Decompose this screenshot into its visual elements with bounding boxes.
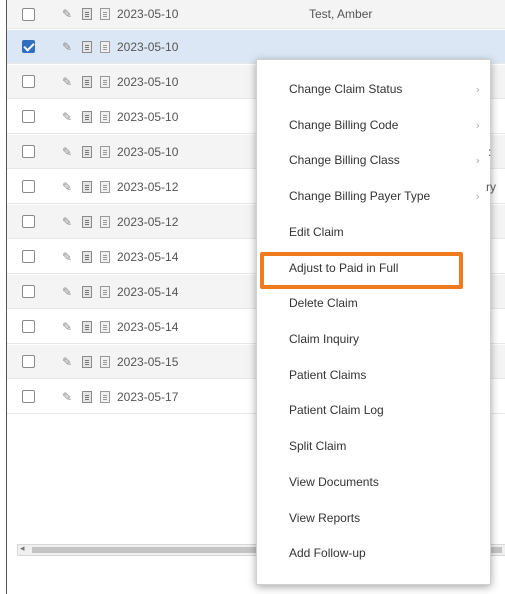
menu-item-add-follow-up[interactable]: Add Follow-up — [257, 541, 492, 565]
scroll-left-icon[interactable]: ◂ — [20, 544, 25, 554]
chevron-right-icon: › — [475, 82, 480, 96]
pencil-icon[interactable]: ✎ — [62, 321, 72, 333]
menu-item-change-billing-payer-type[interactable]: Change Billing Payer Type › — [257, 184, 492, 208]
note-document-icon[interactable] — [100, 320, 110, 333]
claim-date: 2023-05-10 — [117, 109, 179, 124]
menu-item-label: Patient Claims — [289, 368, 367, 382]
menu-item-claim-inquiry[interactable]: Claim Inquiry — [257, 327, 492, 351]
claim-document-icon[interactable] — [82, 355, 92, 368]
note-document-icon[interactable] — [100, 215, 110, 228]
note-document-icon[interactable] — [100, 390, 110, 403]
menu-item-change-billing-code[interactable]: Change Billing Code › — [257, 113, 492, 137]
menu-item-label: Change Billing Class — [289, 153, 400, 167]
claim-document-icon[interactable] — [82, 390, 92, 403]
note-document-icon[interactable] — [100, 110, 110, 123]
pencil-icon[interactable]: ✎ — [62, 146, 72, 158]
claim-document-icon[interactable] — [82, 250, 92, 263]
adjust-to-paid-highlight-box — [260, 252, 463, 289]
pencil-icon[interactable]: ✎ — [62, 216, 72, 228]
claim-document-icon[interactable] — [82, 8, 92, 20]
row-checkbox[interactable] — [22, 250, 35, 263]
pencil-icon[interactable]: ✎ — [62, 286, 72, 298]
row-checkbox[interactable] — [22, 355, 35, 368]
note-document-icon[interactable] — [100, 40, 110, 53]
menu-item-label: Split Claim — [289, 439, 347, 453]
claim-document-icon[interactable] — [82, 320, 92, 333]
menu-item-label: Edit Claim — [289, 225, 344, 239]
menu-item-patient-claim-log[interactable]: Patient Claim Log — [257, 398, 492, 422]
note-document-icon[interactable] — [100, 145, 110, 158]
claim-document-icon[interactable] — [82, 75, 92, 88]
pencil-icon[interactable]: ✎ — [62, 41, 72, 53]
row-checkbox[interactable] — [22, 7, 35, 21]
row-checkbox[interactable] — [22, 145, 35, 158]
claim-date: 2023-05-10 — [117, 7, 179, 21]
row-checkbox[interactable] — [22, 110, 35, 123]
claim-date: 2023-05-14 — [117, 249, 179, 264]
claim-document-icon[interactable] — [82, 40, 92, 53]
claim-date: 2023-05-14 — [117, 284, 179, 299]
note-document-icon[interactable] — [100, 355, 110, 368]
claim-date: 2023-05-12 — [117, 179, 179, 194]
menu-item-label: View Reports — [289, 511, 361, 525]
menu-item-edit-claim[interactable]: Edit Claim — [257, 220, 492, 244]
claim-document-icon[interactable] — [82, 110, 92, 123]
menu-item-label: Add Follow-up — [289, 546, 366, 560]
table-row[interactable]: ✎ 2023-05-10 Test, Amber — [7, 0, 505, 29]
claim-date: 2023-05-14 — [117, 319, 179, 334]
claim-date: 2023-05-15 — [117, 354, 179, 369]
note-document-icon[interactable] — [100, 285, 110, 298]
menu-item-patient-claims[interactable]: Patient Claims — [257, 363, 492, 387]
claim-document-icon[interactable] — [82, 215, 92, 228]
pencil-icon[interactable]: ✎ — [62, 181, 72, 193]
cell-text-peek: ry — [486, 180, 496, 194]
note-document-icon[interactable] — [100, 180, 110, 193]
menu-item-view-documents[interactable]: View Documents — [257, 470, 492, 494]
note-document-icon[interactable] — [100, 75, 110, 88]
pencil-icon[interactable]: ✎ — [62, 251, 72, 263]
menu-item-label: Claim Inquiry — [289, 332, 360, 346]
chevron-right-icon: › — [475, 153, 480, 167]
row-checkbox[interactable] — [22, 215, 35, 228]
row-checkbox[interactable] — [22, 390, 35, 403]
claim-date: 2023-05-10 — [117, 74, 179, 89]
note-document-icon[interactable] — [100, 8, 110, 20]
menu-item-label: Change Billing Code — [289, 118, 399, 132]
claim-document-icon[interactable] — [82, 285, 92, 298]
cell-text-peek: : — [488, 145, 492, 159]
menu-item-view-reports[interactable]: View Reports — [257, 506, 492, 530]
patient-name: Test, Amber — [309, 7, 373, 21]
row-checkbox[interactable] — [22, 180, 35, 193]
claim-document-icon[interactable] — [82, 145, 92, 158]
context-menu: Change Claim Status › Change Billing Code ›… — [256, 59, 491, 585]
row-checkbox[interactable] — [22, 285, 35, 298]
claim-date: 2023-05-17 — [117, 389, 179, 404]
pencil-icon[interactable]: ✎ — [62, 111, 72, 123]
chevron-right-icon: › — [475, 189, 480, 203]
pencil-icon[interactable]: ✎ — [62, 8, 72, 20]
claim-date: 2023-05-10 — [117, 39, 179, 54]
claim-date: 2023-05-10 — [117, 144, 179, 159]
menu-item-label: Delete Claim — [289, 296, 358, 310]
pencil-icon[interactable]: ✎ — [62, 76, 72, 88]
menu-item-change-billing-class[interactable]: Change Billing Class › — [257, 148, 492, 172]
chevron-right-icon: › — [475, 118, 480, 132]
menu-item-label: Change Billing Payer Type — [289, 189, 431, 203]
row-checkbox[interactable] — [22, 75, 35, 88]
claim-date: 2023-05-12 — [117, 214, 179, 229]
pencil-icon[interactable]: ✎ — [62, 356, 72, 368]
row-checkbox[interactable] — [22, 40, 35, 53]
menu-item-label: Change Claim Status — [289, 82, 403, 96]
row-checkbox[interactable] — [22, 320, 35, 333]
menu-item-split-claim[interactable]: Split Claim — [257, 434, 492, 458]
menu-item-label: View Documents — [289, 475, 379, 489]
menu-item-label: Patient Claim Log — [289, 403, 384, 417]
menu-item-delete-claim[interactable]: Delete Claim — [257, 291, 492, 315]
claim-document-icon[interactable] — [82, 180, 92, 193]
pencil-icon[interactable]: ✎ — [62, 391, 72, 403]
menu-item-change-claim-status[interactable]: Change Claim Status › — [257, 77, 492, 101]
note-document-icon[interactable] — [100, 250, 110, 263]
